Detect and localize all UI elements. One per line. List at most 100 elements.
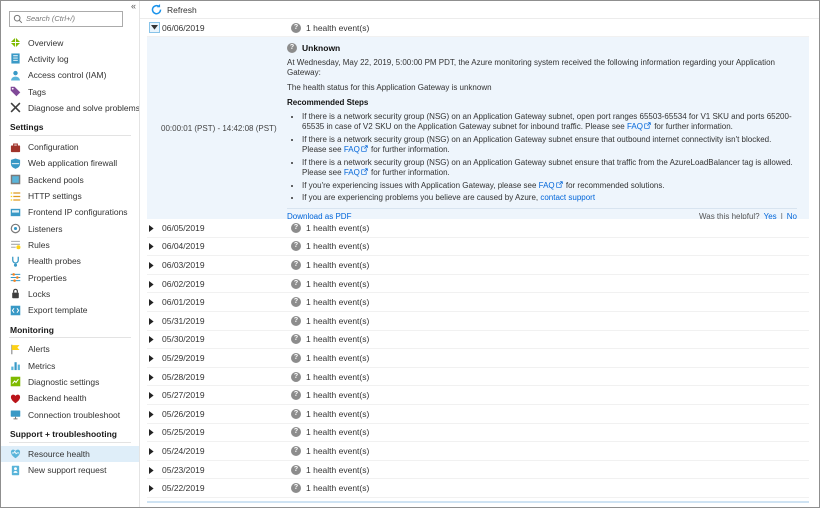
sidebar-item-alerts[interactable]: Alerts (1, 341, 139, 357)
search-input[interactable] (9, 11, 123, 27)
sidebar-item-web-application-firewall[interactable]: Web application firewall (1, 155, 139, 171)
event-row[interactable]: 05/30/2019?1 health event(s) (147, 331, 809, 350)
caret-right-icon (149, 275, 154, 293)
event-status-text: The health status for this Application G… (287, 83, 797, 94)
faq-link[interactable]: FAQ (344, 145, 360, 154)
event-row[interactable]: 05/31/2019?1 health event(s) (147, 312, 809, 331)
sidebar-item-backend-pools[interactable]: Backend pools (1, 172, 139, 188)
event-count-group: ? 1 health event(s) (291, 409, 369, 419)
sidebar-item-label: Backend pools (28, 175, 84, 185)
event-row[interactable]: 06/02/2019?1 health event(s) (147, 275, 809, 294)
caret-down-icon[interactable] (149, 22, 160, 33)
caret-cell (149, 461, 162, 479)
event-count: 1 health event(s) (306, 297, 369, 307)
sidebar-item-locks[interactable]: Locks (1, 286, 139, 302)
event-count: 1 health event(s) (306, 372, 369, 382)
bottom-scroll-strip[interactable] (147, 501, 809, 503)
sidebar-item-access-control-iam[interactable]: Access control (IAM) (1, 67, 139, 83)
sidebar-item-listeners[interactable]: Listeners (1, 220, 139, 236)
http-settings-icon (10, 191, 21, 202)
event-date: 06/05/2019 (162, 223, 291, 233)
event-count-group: ?1 health event(s) (291, 372, 369, 382)
sidebar-item-health-probes[interactable]: Health probes (1, 253, 139, 269)
sidebar-item-frontend-ip-configurations[interactable]: Frontend IP configurations (1, 204, 139, 220)
event-row-expanded[interactable]: 06/06/2019 ? 1 health event(s) (147, 19, 809, 37)
sidebar-item-tags[interactable]: Tags (1, 83, 139, 99)
sidebar-item-label: Frontend IP configurations (28, 207, 128, 217)
event-row[interactable]: 05/24/2019?1 health event(s) (147, 442, 809, 461)
event-row[interactable]: 06/01/2019?1 health event(s) (147, 293, 809, 312)
helpful-label: Was this helpful? (699, 212, 760, 220)
refresh-button[interactable]: Refresh (167, 5, 197, 15)
section-divider (9, 442, 131, 443)
recommended-step: If there is a network security group (NS… (302, 135, 797, 156)
event-count: 1 health event(s) (306, 260, 369, 270)
faq-link[interactable]: FAQ (539, 181, 555, 190)
sidebar-item-metrics[interactable]: Metrics (1, 358, 139, 374)
event-row[interactable]: 05/25/2019?1 health event(s) (147, 424, 809, 443)
resource-health-icon (10, 448, 21, 459)
sidebar-item-rules[interactable]: Rules (1, 237, 139, 253)
event-date: 06/04/2019 (162, 241, 291, 251)
event-date: 05/28/2019 (162, 372, 291, 382)
helpful-no-link[interactable]: No (787, 212, 797, 220)
event-row[interactable]: 05/29/2019?1 health event(s) (147, 349, 809, 368)
caret-cell (149, 386, 162, 404)
sidebar-section-header: Support + troubleshooting (1, 428, 139, 441)
collapsed-event-rows: 06/05/2019?1 health event(s)06/04/2019?1… (147, 219, 809, 498)
question-icon: ? (291, 297, 301, 307)
sidebar-item-backend-health[interactable]: Backend health (1, 390, 139, 406)
event-count-group: ?1 health event(s) (291, 334, 369, 344)
event-row[interactable]: 05/22/2019?1 health event(s) (147, 479, 809, 498)
sidebar-item-activity-log[interactable]: Activity log (1, 51, 139, 67)
caret-right-icon (149, 219, 154, 237)
sidebar-item-properties[interactable]: Properties (1, 269, 139, 285)
event-date: 05/31/2019 (162, 316, 291, 326)
locks-icon (10, 288, 21, 299)
collapse-sidebar-icon[interactable]: « (131, 2, 136, 11)
event-count: 1 health event(s) (306, 409, 369, 419)
event-date: 05/29/2019 (162, 353, 291, 363)
caret-right-icon (149, 237, 154, 255)
sidebar-search (9, 8, 123, 27)
sidebar-item-configuration[interactable]: Configuration (1, 139, 139, 155)
event-row[interactable]: 06/03/2019?1 health event(s) (147, 256, 809, 275)
event-detail-body: ? Unknown At Wednesday, May 22, 2019, 5:… (287, 37, 809, 219)
sidebar-item-resource-health[interactable]: Resource health (1, 446, 139, 462)
contact-support-link[interactable]: contact support (540, 193, 595, 202)
faq-link[interactable]: FAQ (344, 168, 360, 177)
caret-right-icon (149, 386, 154, 404)
event-row[interactable]: 06/04/2019?1 health event(s) (147, 238, 809, 257)
event-row[interactable]: 05/27/2019?1 health event(s) (147, 386, 809, 405)
sidebar-item-overview[interactable]: Overview (1, 35, 139, 51)
sidebar-item-connection-troubleshoot[interactable]: Connection troubleshoot (1, 406, 139, 422)
sidebar-item-diagnose-and-solve-problems[interactable]: Diagnose and solve problems (1, 100, 139, 116)
caret-cell (149, 275, 162, 293)
event-row[interactable]: 06/05/2019? 1 health event(s) (147, 219, 809, 238)
download-pdf-link[interactable]: Download as PDF (287, 212, 351, 220)
sidebar-item-http-settings[interactable]: HTTP settings (1, 188, 139, 204)
search-icon (13, 11, 23, 21)
question-icon: ? (291, 223, 301, 233)
event-row[interactable]: 05/23/2019?1 health event(s) (147, 461, 809, 480)
event-count-group: ? 1 health event(s) (291, 223, 369, 233)
event-count: 1 health event(s) (306, 223, 369, 233)
sidebar-item-label: Tags (28, 87, 46, 97)
question-icon: ? (291, 409, 301, 419)
faq-link[interactable]: FAQ (627, 122, 643, 131)
sidebar-item-label: Properties (28, 273, 67, 283)
sidebar-item-export-template[interactable]: Export template (1, 302, 139, 318)
event-row[interactable]: 05/26/2019?1 health event(s) (147, 405, 809, 424)
event-row[interactable]: 05/28/2019?1 health event(s) (147, 368, 809, 387)
sidebar-item-label: Rules (28, 240, 50, 250)
sidebar-item-new-support-request[interactable]: New support request (1, 462, 139, 478)
recommended-step: If you're experiencing issues with Appli… (302, 181, 797, 192)
health-events-list: 06/06/2019 ? 1 health event(s) 00:00:01 … (147, 19, 809, 507)
question-icon: ? (291, 465, 301, 475)
caret-right-icon (149, 368, 154, 386)
caret-cell (149, 442, 162, 460)
helpful-yes-link[interactable]: Yes (764, 212, 777, 220)
sidebar-item-diagnostic-settings[interactable]: Diagnostic settings (1, 374, 139, 390)
connection-troubleshoot-icon (10, 409, 21, 420)
sidebar-item-label: Resource health (28, 449, 90, 459)
